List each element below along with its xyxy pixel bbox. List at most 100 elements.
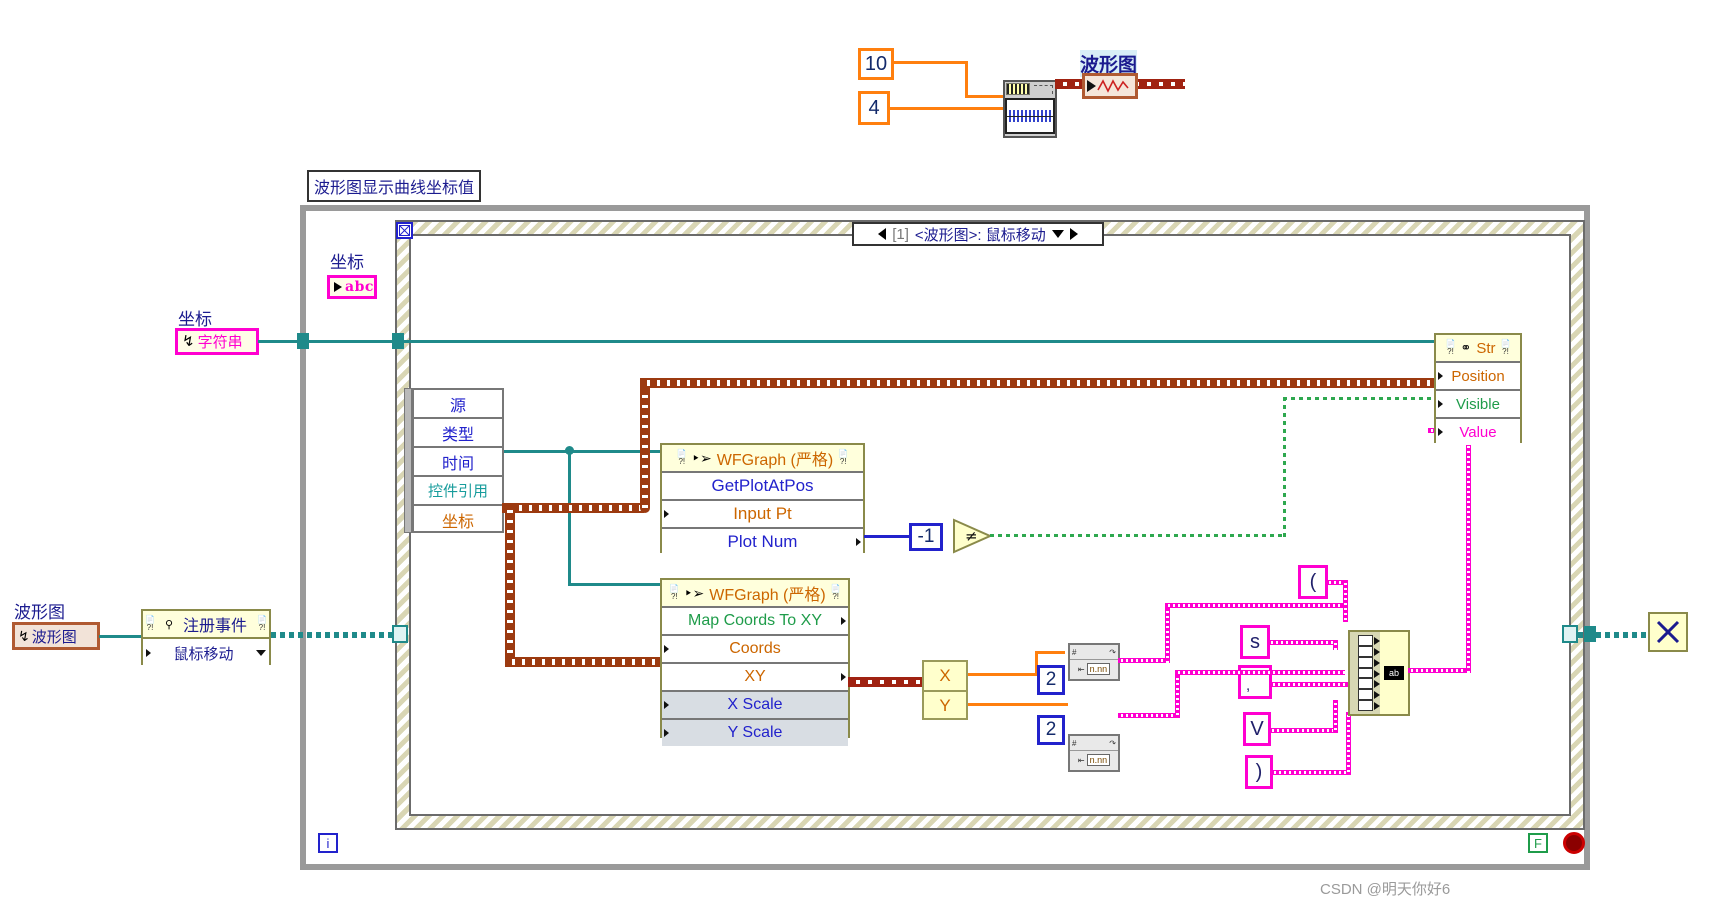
unbundle-by-name-node[interactable]: 源 类型 时间 控件引用 坐标	[412, 388, 504, 533]
wire-y-to-fmt	[1038, 703, 1068, 706]
express-vi-dash-icon	[1034, 84, 1053, 94]
coord-indicator-terminal[interactable]: abc	[327, 275, 377, 299]
wfgraph-invoke-node-1[interactable]: 📄?! ‣➢ WFGraph (严格) 📄?! GetPlotAtPos Inp…	[660, 443, 865, 555]
register-event-name: 鼠标移动	[173, 645, 234, 663]
property-row-value[interactable]: Value	[1436, 419, 1520, 445]
wfgraph-invoke-node-2[interactable]: 📄?! ‣➢ WFGraph (严格) 📄?! Map Coords To XY…	[660, 578, 850, 746]
graph-ref-terminal[interactable]: ↯ 波形图	[12, 622, 100, 650]
wfgraph-node-1-method[interactable]: GetPlotAtPos	[662, 473, 863, 501]
string-constant-close-paren[interactable]: )	[1245, 755, 1273, 789]
simulate-signal-express-vi[interactable]	[1003, 80, 1057, 138]
loop-conditional-terminal[interactable]: F	[1528, 833, 1548, 853]
wfgraph-node-2-title: WFGraph (严格)	[709, 587, 826, 604]
page-glyph-right-icon: 📄?!	[257, 615, 267, 632]
page-glyph-icon-2: 📄?!	[669, 584, 680, 601]
plot-num-nub-icon	[856, 538, 861, 546]
xy-nub-icon	[841, 673, 846, 681]
concatenate-strings-node[interactable]: ab	[1348, 630, 1410, 716]
coord-string-terminal[interactable]: ↯ 字符串	[175, 328, 259, 355]
string-constant-s[interactable]: s	[1240, 625, 1270, 659]
wfgraph-node-2-coords[interactable]: Coords	[662, 636, 848, 664]
wfgraph-node-2-xy[interactable]: XY	[662, 664, 848, 692]
wire-coord-string	[258, 340, 1478, 343]
wire-coords-h1	[502, 503, 644, 513]
string-constant-open-paren[interactable]: (	[1298, 565, 1328, 599]
constant-frequency[interactable]: 4	[858, 91, 890, 125]
wire-str-x-to-concat	[1118, 658, 1168, 663]
case-dropdown-icon[interactable]	[1051, 230, 1064, 238]
express-vi-body	[1005, 96, 1055, 136]
wire-samples-h2	[965, 95, 1003, 98]
event-case-header[interactable]: [1] <波形图>: 鼠标移动	[852, 222, 1104, 246]
wfgraph-node-1-plot-num[interactable]: Plot Num	[662, 529, 863, 555]
unbundle-row-time[interactable]: 时间	[414, 448, 502, 477]
wire-paren-open-v	[1343, 580, 1348, 622]
wire-compare-v	[1283, 397, 1286, 537]
wire-coords-v-down	[505, 503, 515, 663]
concat-pin-1	[1357, 635, 1380, 646]
waveform-icon	[1097, 79, 1129, 93]
terminal-arrow-icon	[1087, 80, 1096, 92]
prev-case-arrow-icon[interactable]	[878, 228, 887, 240]
unbundle-row-ctlref[interactable]: 控件引用	[414, 477, 502, 506]
string-constant-v[interactable]: V	[1243, 712, 1271, 746]
string-property-node[interactable]: 📄?! ⚭ Str 📄?! Position Visible Value	[1434, 333, 1522, 445]
xscale-nub-icon	[664, 701, 669, 709]
unbundle-row-coords[interactable]: 坐标	[414, 506, 502, 533]
wfgraph-node-2-method[interactable]: Map Coords To XY	[662, 608, 848, 636]
register-events-row[interactable]: 鼠标移动	[143, 637, 269, 667]
constant-precision-x[interactable]: 2	[1037, 665, 1065, 695]
xy-split-y: Y	[939, 696, 951, 715]
page-glyph-icon-1: 📄?!	[676, 449, 687, 466]
event-structure-selector-icon[interactable]	[396, 222, 413, 239]
xy-split-x: X	[924, 662, 966, 692]
wfgraph-node-1-input-pt[interactable]: Input Pt	[662, 501, 863, 529]
wire-samples-h1	[893, 61, 967, 64]
not-equal-function[interactable]: ≠	[952, 518, 993, 554]
coord-string-text: 字符串	[197, 334, 243, 351]
visible-nub-icon	[1438, 400, 1443, 408]
wire-x-to-fmt	[1035, 651, 1065, 654]
number-to-string-node-y[interactable]: # ↷ ⇤ n.nn	[1068, 734, 1120, 772]
wfgraph-node-1-header: 📄?! ‣➢ WFGraph (严格) 📄?!	[662, 445, 863, 473]
unregister-events-node[interactable]	[1648, 612, 1688, 652]
wire-x-out	[968, 673, 1038, 676]
event-case-text: <波形图>: 鼠标移动	[914, 226, 1046, 244]
constant-samples[interactable]: 10	[858, 48, 894, 80]
wire-coords-h-top	[640, 378, 1460, 388]
string-property-node-title: Str	[1476, 339, 1496, 357]
property-row-position[interactable]: Position	[1436, 363, 1520, 391]
wire-coords-h2	[505, 657, 660, 667]
event-case-index: [1]	[892, 225, 909, 243]
wfgraph-node-2-yscale[interactable]: Y Scale	[662, 720, 848, 746]
row-dropdown-icon[interactable]	[255, 650, 266, 656]
unbundle-row-type[interactable]: 类型	[414, 419, 502, 448]
concat-body: ab	[1380, 632, 1408, 714]
page-glyph-icon-1b: 📄?!	[838, 449, 849, 466]
property-row-visible[interactable]: Visible	[1436, 391, 1520, 419]
wire-plotnum	[864, 535, 914, 538]
wire-y-out	[968, 703, 1040, 706]
coord-indicator-label: 坐标	[330, 253, 364, 273]
wire-v-out	[1269, 728, 1338, 733]
wfgraph-node-2-xscale[interactable]: X Scale	[662, 692, 848, 720]
wire-ref-to-register	[99, 635, 141, 638]
wire-s-out	[1268, 640, 1338, 645]
constant-minus-one[interactable]: -1	[909, 523, 943, 551]
number-to-string-node-x[interactable]: # ↷ ⇤ n.nn	[1068, 643, 1120, 681]
wire-compare-to-visible	[1283, 397, 1443, 400]
wire-str-x-in	[1165, 603, 1345, 608]
wire-concat-out	[1408, 668, 1470, 673]
unbundle-row-source[interactable]: 源	[414, 390, 502, 419]
register-events-node[interactable]: 📄?! ⚲ 注册事件 📄?! 鼠标移动	[141, 609, 271, 667]
tunnel-coord-event	[392, 333, 404, 349]
next-case-arrow-icon[interactable]	[1069, 228, 1078, 240]
constant-precision-y[interactable]: 2	[1037, 715, 1065, 745]
unbundle-xy-node[interactable]: X Y	[922, 660, 968, 720]
stop-button-terminal[interactable]	[1563, 832, 1585, 854]
svg-text:≠: ≠	[965, 527, 978, 545]
waveform-graph-terminal-top[interactable]	[1082, 73, 1138, 99]
wire-compare-h	[990, 534, 1285, 537]
top-section: 10 4 波形图	[0, 0, 1710, 160]
wire-register-to-event	[271, 632, 396, 638]
